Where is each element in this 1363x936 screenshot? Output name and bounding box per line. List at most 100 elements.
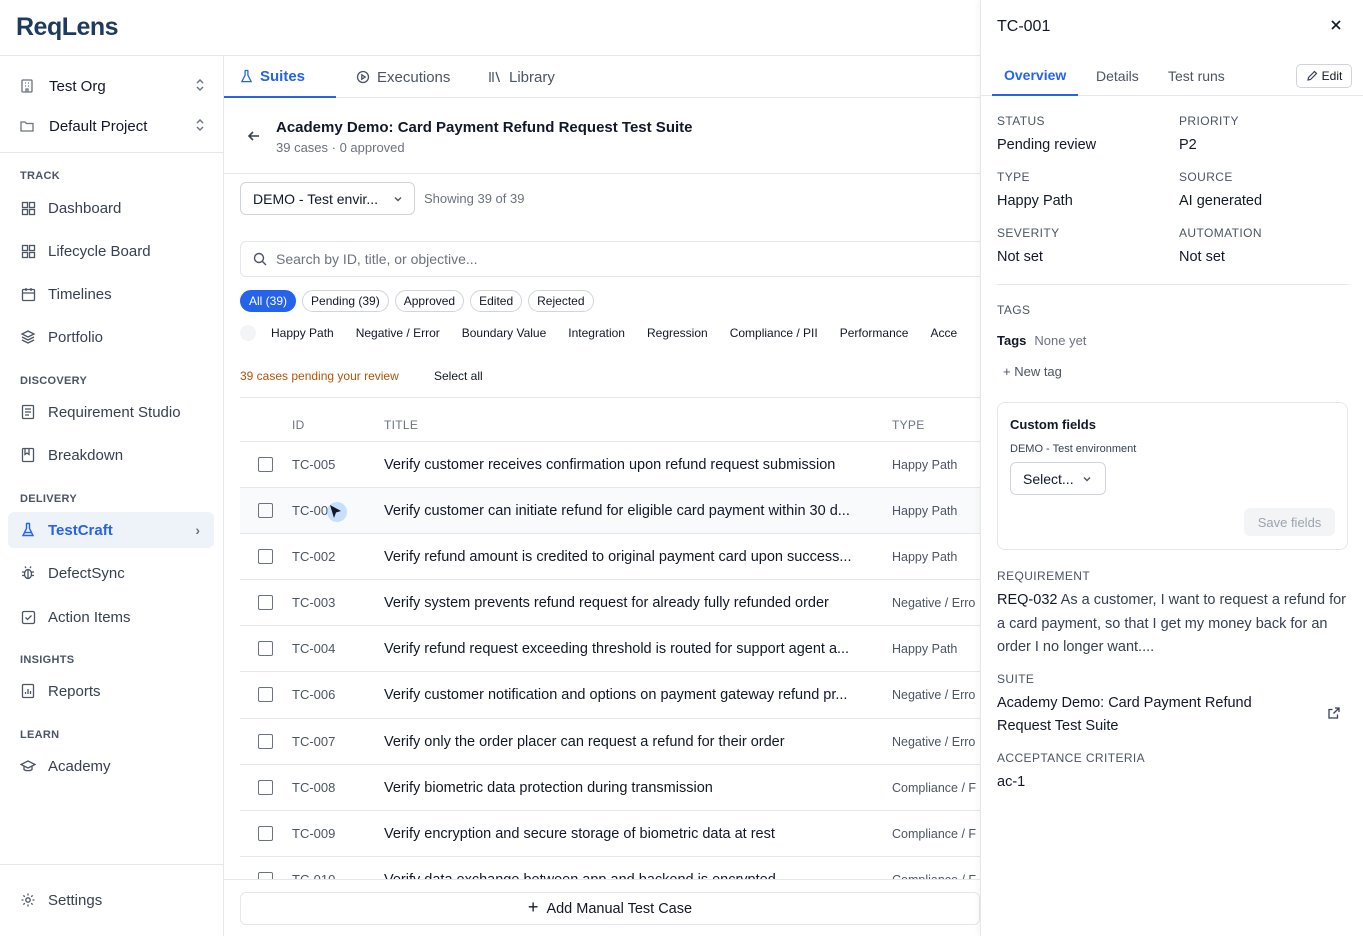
filter-approved[interactable]: Approved xyxy=(394,290,465,312)
row-checkbox[interactable] xyxy=(258,780,273,795)
table-row[interactable]: TC-004 Verify refund request exceeding t… xyxy=(240,625,980,671)
type-filter-happy-path[interactable]: Happy Path xyxy=(271,326,334,340)
filter-all[interactable]: All (39) xyxy=(240,290,297,312)
divider xyxy=(0,152,223,153)
external-link-icon[interactable] xyxy=(1327,706,1341,723)
type-filter-negative[interactable]: Negative / Error xyxy=(356,326,440,340)
new-tag-button[interactable]: + New tag xyxy=(1003,364,1062,379)
table-row[interactable]: TC-008 Verify biometric data protection … xyxy=(240,764,980,810)
filter-edited[interactable]: Edited xyxy=(470,290,523,312)
table-row[interactable]: TC-005 Verify customer receives confirma… xyxy=(240,441,980,487)
row-checkbox[interactable] xyxy=(258,641,273,656)
requirement-id[interactable]: REQ-032 xyxy=(997,592,1057,608)
row-checkbox[interactable] xyxy=(258,826,273,841)
save-fields-button[interactable]: Save fields xyxy=(1244,508,1335,536)
search-input[interactable]: Search by ID, title, or objective... xyxy=(240,241,980,277)
type-filter-regression[interactable]: Regression xyxy=(647,326,708,340)
sidebar-item-portfolio[interactable]: Portfolio xyxy=(8,319,214,355)
sidebar-item-lifecycle-board[interactable]: Lifecycle Board xyxy=(8,233,214,269)
chevron-updown-icon xyxy=(194,117,206,137)
row-title[interactable]: Verify biometric data protection during … xyxy=(384,780,884,796)
tab-overview[interactable]: Overview xyxy=(992,56,1079,96)
sidebar-item-requirement-studio[interactable]: Requirement Studio xyxy=(8,394,214,430)
edit-button[interactable]: Edit xyxy=(1296,64,1352,88)
severity-value: Not set xyxy=(997,249,1043,265)
row-title[interactable]: Verify refund amount is credited to orig… xyxy=(384,549,884,565)
section-learn: LEARN xyxy=(20,729,60,741)
sidebar-item-dashboard[interactable]: Dashboard xyxy=(8,190,214,226)
row-checkbox[interactable] xyxy=(258,734,273,749)
type-filter-dot[interactable] xyxy=(240,325,256,341)
type-filter-compliance[interactable]: Compliance / PII xyxy=(730,326,818,340)
library-icon xyxy=(488,70,502,84)
row-title[interactable]: Verify system prevents refund request fo… xyxy=(384,595,884,611)
tab-library[interactable]: Library xyxy=(488,56,555,98)
column-header-type[interactable]: TYPE xyxy=(892,418,925,432)
row-type: Compliance / F xyxy=(892,780,977,795)
type-filter-integration[interactable]: Integration xyxy=(568,326,625,340)
project-selector[interactable]: Default Project xyxy=(18,113,208,139)
row-title[interactable]: Verify customer receives confirmation up… xyxy=(384,457,884,473)
column-header-title[interactable]: TITLE xyxy=(384,418,418,432)
environment-select[interactable]: DEMO - Test envir... xyxy=(240,182,415,215)
row-type: Negative / Erro xyxy=(892,595,976,610)
tab-executions[interactable]: Executions xyxy=(356,56,450,98)
severity-label: SEVERITY xyxy=(997,226,1060,240)
table-row[interactable]: TC-003 Verify system prevents refund req… xyxy=(240,579,980,625)
app-logo[interactable]: ReqLens xyxy=(16,13,119,42)
row-title[interactable]: Verify customer can initiate refund for … xyxy=(384,503,884,519)
table-row[interactable]: TC-007 Verify only the order placer can … xyxy=(240,718,980,764)
edit-label: Edit xyxy=(1321,69,1343,83)
table-row[interactable]: TC-002 Verify refund amount is credited … xyxy=(240,533,980,579)
row-title[interactable]: Verify refund request exceeding threshol… xyxy=(384,641,884,657)
sidebar-item-breakdown[interactable]: Breakdown xyxy=(8,437,214,473)
type-filter-boundary[interactable]: Boundary Value xyxy=(462,326,547,340)
close-icon[interactable] xyxy=(1329,18,1343,35)
sidebar-item-settings[interactable]: Settings xyxy=(8,882,214,918)
sidebar-item-reports[interactable]: Reports xyxy=(8,673,214,709)
sidebar-item-action-items[interactable]: Action Items xyxy=(8,599,214,635)
row-title[interactable]: Verify customer notification and options… xyxy=(384,687,884,703)
type-filter-performance[interactable]: Performance xyxy=(840,326,909,340)
divider xyxy=(224,173,980,174)
type-label: TYPE xyxy=(997,170,1030,184)
table-row[interactable]: TC-006 Verify customer notification and … xyxy=(240,671,980,717)
row-type: Happy Path xyxy=(892,549,958,564)
table-row[interactable]: TC-00 Verify customer can initiate refun… xyxy=(240,487,980,533)
org-selector[interactable]: Test Org xyxy=(18,73,208,99)
sidebar-item-testcraft[interactable]: TestCraft › xyxy=(8,512,214,548)
row-checkbox[interactable] xyxy=(258,457,273,472)
tags-row: Tags None yet xyxy=(997,333,1086,348)
row-title[interactable]: Verify encryption and secure storage of … xyxy=(384,826,884,842)
table-row[interactable]: TC-009 Verify encryption and secure stor… xyxy=(240,810,980,856)
sidebar-item-defectsync[interactable]: DefectSync xyxy=(8,555,214,591)
row-checkbox[interactable] xyxy=(258,687,273,702)
automation-label: AUTOMATION xyxy=(1179,226,1262,240)
filter-pending[interactable]: Pending (39) xyxy=(302,290,389,312)
tab-suites[interactable]: Suites xyxy=(224,56,336,98)
row-checkbox[interactable] xyxy=(258,503,273,518)
sidebar-item-label: Lifecycle Board xyxy=(48,242,151,260)
back-arrow-icon[interactable] xyxy=(246,128,262,147)
row-checkbox[interactable] xyxy=(258,595,273,610)
tab-test-runs[interactable]: Test runs xyxy=(1168,56,1225,96)
tab-label: Executions xyxy=(377,68,451,86)
tab-details[interactable]: Details xyxy=(1096,56,1139,96)
section-discovery: DISCOVERY xyxy=(20,375,88,387)
requirement-text[interactable]: REQ-032 As a customer, I want to request… xyxy=(997,589,1352,660)
search-placeholder: Search by ID, title, or objective... xyxy=(276,251,478,267)
sidebar-item-academy[interactable]: Academy xyxy=(8,748,214,784)
row-checkbox[interactable] xyxy=(258,549,273,564)
sidebar-item-timelines[interactable]: Timelines xyxy=(8,276,214,312)
custom-field-select[interactable]: Select... xyxy=(1010,462,1106,495)
filter-rejected[interactable]: Rejected xyxy=(528,290,594,312)
project-name: Default Project xyxy=(49,117,148,135)
select-all-link[interactable]: Select all xyxy=(434,369,483,383)
row-type: Happy Path xyxy=(892,641,958,656)
tags-key: Tags xyxy=(997,333,1027,348)
row-title[interactable]: Verify only the order placer can request… xyxy=(384,734,884,750)
type-filter-accessibility[interactable]: Acce xyxy=(930,326,957,340)
column-header-id[interactable]: ID xyxy=(292,418,305,432)
add-manual-test-case-button[interactable]: + Add Manual Test Case xyxy=(240,892,980,925)
bug-icon xyxy=(20,565,36,581)
